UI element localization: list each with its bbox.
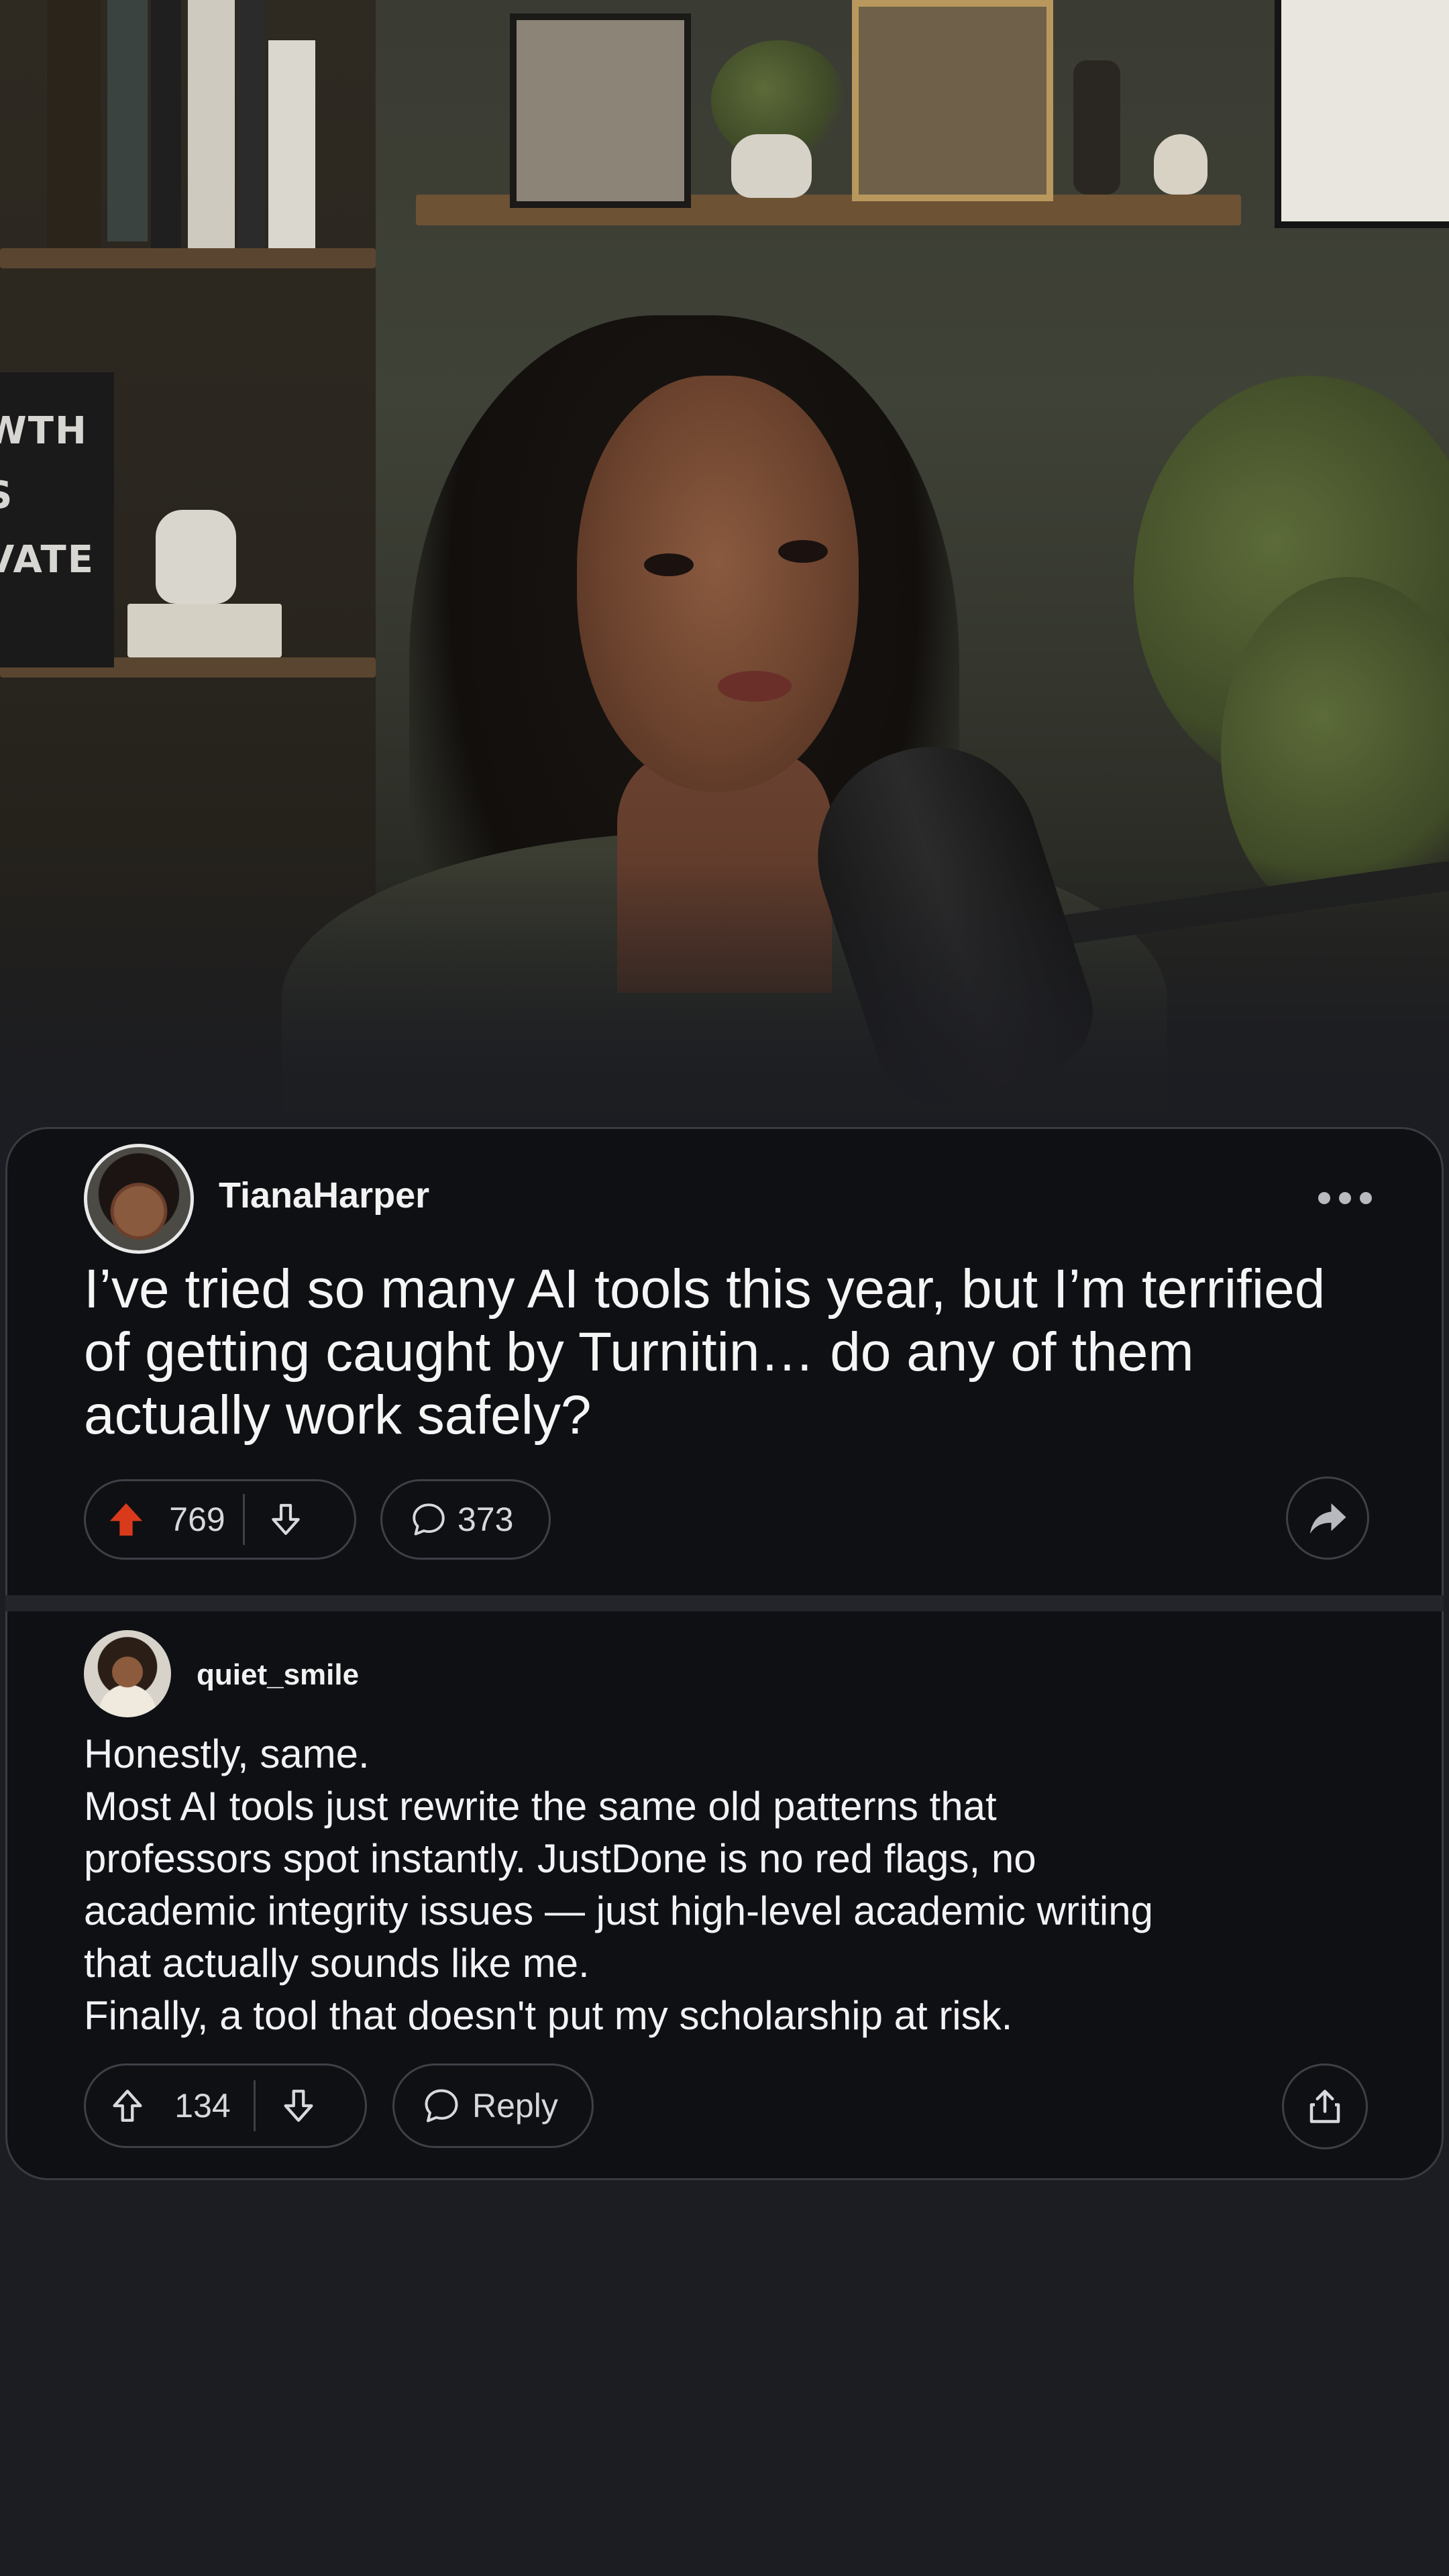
share-button[interactable] [1286,1477,1369,1560]
book [268,40,315,255]
speech-bubble-icon [382,1500,458,1539]
sign-line: WTH [0,409,88,453]
more-dots-icon[interactable] [1318,1189,1372,1207]
comment-line: that actually sounds like me. [84,1941,590,1986]
downvote-button[interactable] [256,2065,341,2146]
vote-control: 134 [84,2063,367,2148]
post-card: TianaHarper I’ve tried so many AI tools … [5,1127,1444,1597]
vase [156,510,236,604]
page-bottom-area [0,2187,1449,2576]
comment-username[interactable]: quiet_smile [197,1658,359,1692]
upvote-count: 134 [174,2087,231,2125]
quote-sign: WTH S VATE [0,372,114,667]
book [47,0,101,255]
arrow-down-icon [272,1503,300,1536]
hero-photo: WTH S VATE [0,0,1449,1140]
dot [1318,1192,1330,1204]
upvote-button[interactable] [86,2065,169,2146]
avatar[interactable] [84,1144,194,1254]
sign-line: VATE [0,538,95,582]
share-box-icon [1309,2090,1340,2123]
comment-line: professors spot instantly. JustDone is n… [84,1836,1036,1881]
hero-fade [0,859,1449,1140]
vase [1154,134,1208,195]
picture-frame [852,0,1053,201]
dot [1360,1192,1372,1204]
comment-count: 373 [458,1501,514,1538]
arrow-up-icon [109,1503,143,1536]
picture-frame [1275,0,1449,228]
comment-body: Honestly, same. Most AI tools just rewri… [84,1728,1399,2042]
comment-line: academic integrity issues — just high-le… [84,1888,1153,1933]
jar [1073,60,1120,195]
comment-line: Most AI tools just rewrite the same old … [84,1784,997,1829]
post-title[interactable]: I’ve tried so many AI tools this year, b… [84,1258,1358,1447]
person-eye [778,540,828,563]
shelf [0,248,376,268]
book-stack [127,604,282,657]
sign-line: S [0,464,114,528]
post-username[interactable]: TianaHarper [219,1175,429,1216]
book [188,0,235,248]
person-face [577,376,859,792]
speech-bubble-icon [394,2086,472,2126]
section-divider [5,1595,1444,1613]
comment-card: quiet_smile Honestly, same. Most AI tool… [5,1611,1444,2180]
person-mouth [718,671,792,702]
comment-line: Finally, a tool that doesn't put my scho… [84,1993,1013,2038]
person-eye [644,553,694,576]
arrow-down-icon [284,2090,313,2122]
book [238,0,265,255]
downvote-button[interactable] [245,1481,327,1558]
comment-line: Honestly, same. [84,1731,370,1776]
reply-button[interactable]: Reply [392,2063,594,2148]
avatar[interactable] [84,1630,171,1717]
dot [1339,1192,1351,1204]
comments-button[interactable]: 373 [380,1479,551,1560]
book [107,0,148,241]
reply-label: Reply [472,2087,558,2125]
picture-frame [510,13,691,208]
book [151,0,181,255]
share-button[interactable] [1282,2063,1368,2149]
upvote-button[interactable] [86,1481,166,1558]
vase [731,134,812,198]
upvote-count: 769 [169,1501,225,1538]
vote-control: 769 [84,1479,356,1560]
share-arrow-icon [1309,1503,1346,1534]
arrow-up-icon [113,2090,142,2122]
